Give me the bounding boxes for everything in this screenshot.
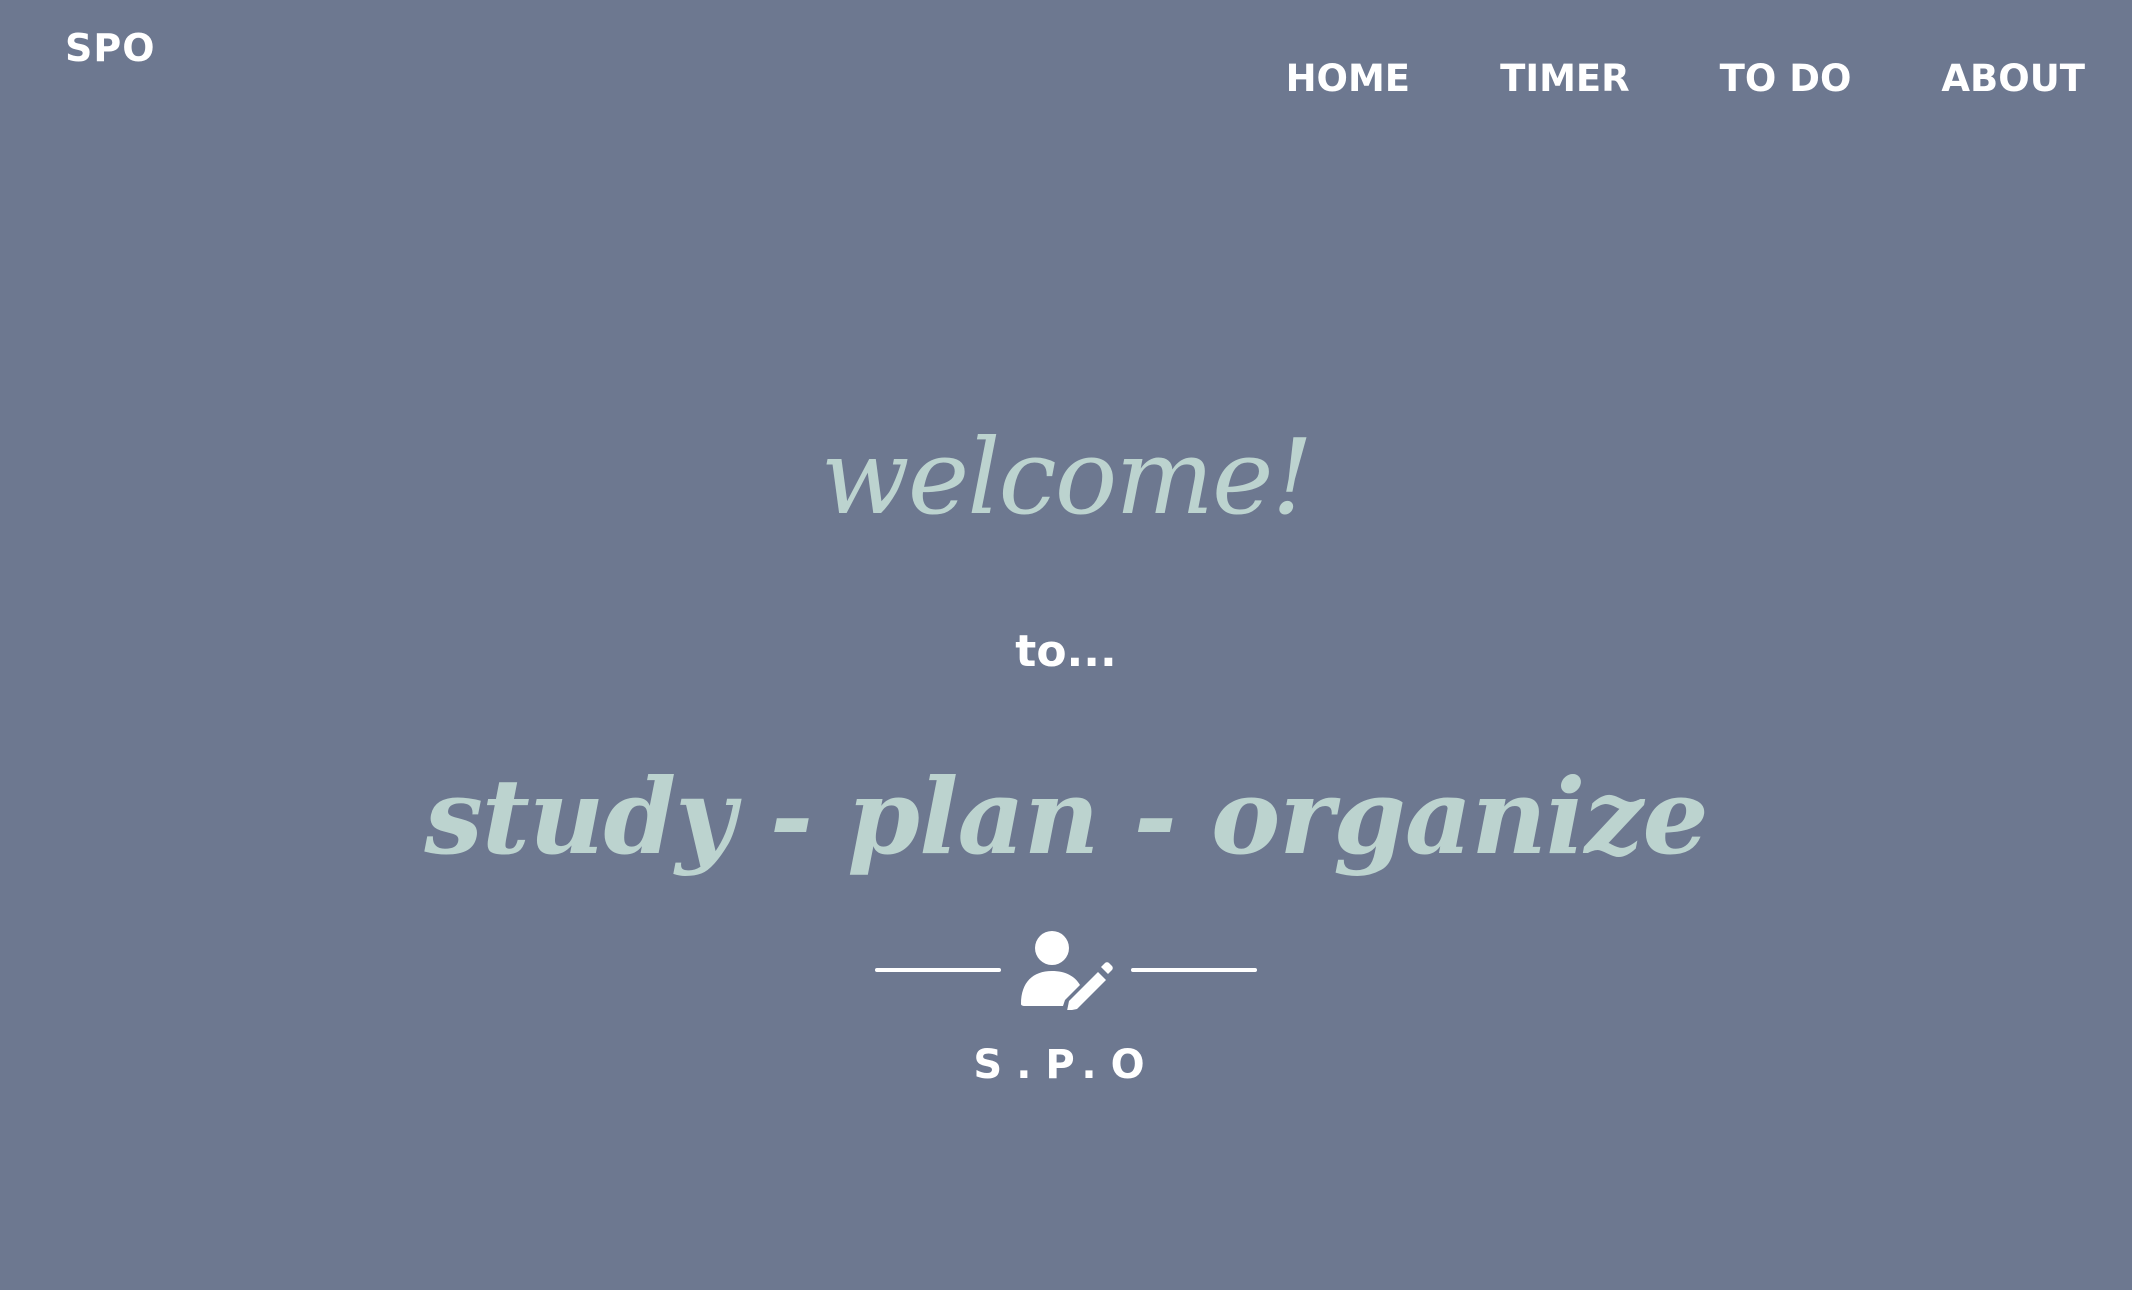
divider-line-left	[875, 968, 1001, 972]
brand-mark: S.P.O	[973, 1042, 1159, 1088]
to-subheading: to...	[1015, 626, 1117, 677]
divider-line-right	[1131, 968, 1257, 972]
nav-todo[interactable]: TO DO	[1720, 56, 1852, 102]
user-edit-icon	[1019, 930, 1113, 1010]
tagline: study - plan - organize	[424, 755, 1708, 878]
divider	[0, 925, 2132, 1015]
welcome-heading: welcome!	[820, 416, 1314, 538]
nav-home[interactable]: HOME	[1286, 56, 1411, 102]
main-nav: HOME TIMER TO DO ABOUT	[1286, 56, 2085, 102]
site-logo[interactable]: SPO	[65, 26, 156, 70]
nav-timer[interactable]: TIMER	[1500, 56, 1630, 102]
nav-about[interactable]: ABOUT	[1941, 56, 2085, 102]
